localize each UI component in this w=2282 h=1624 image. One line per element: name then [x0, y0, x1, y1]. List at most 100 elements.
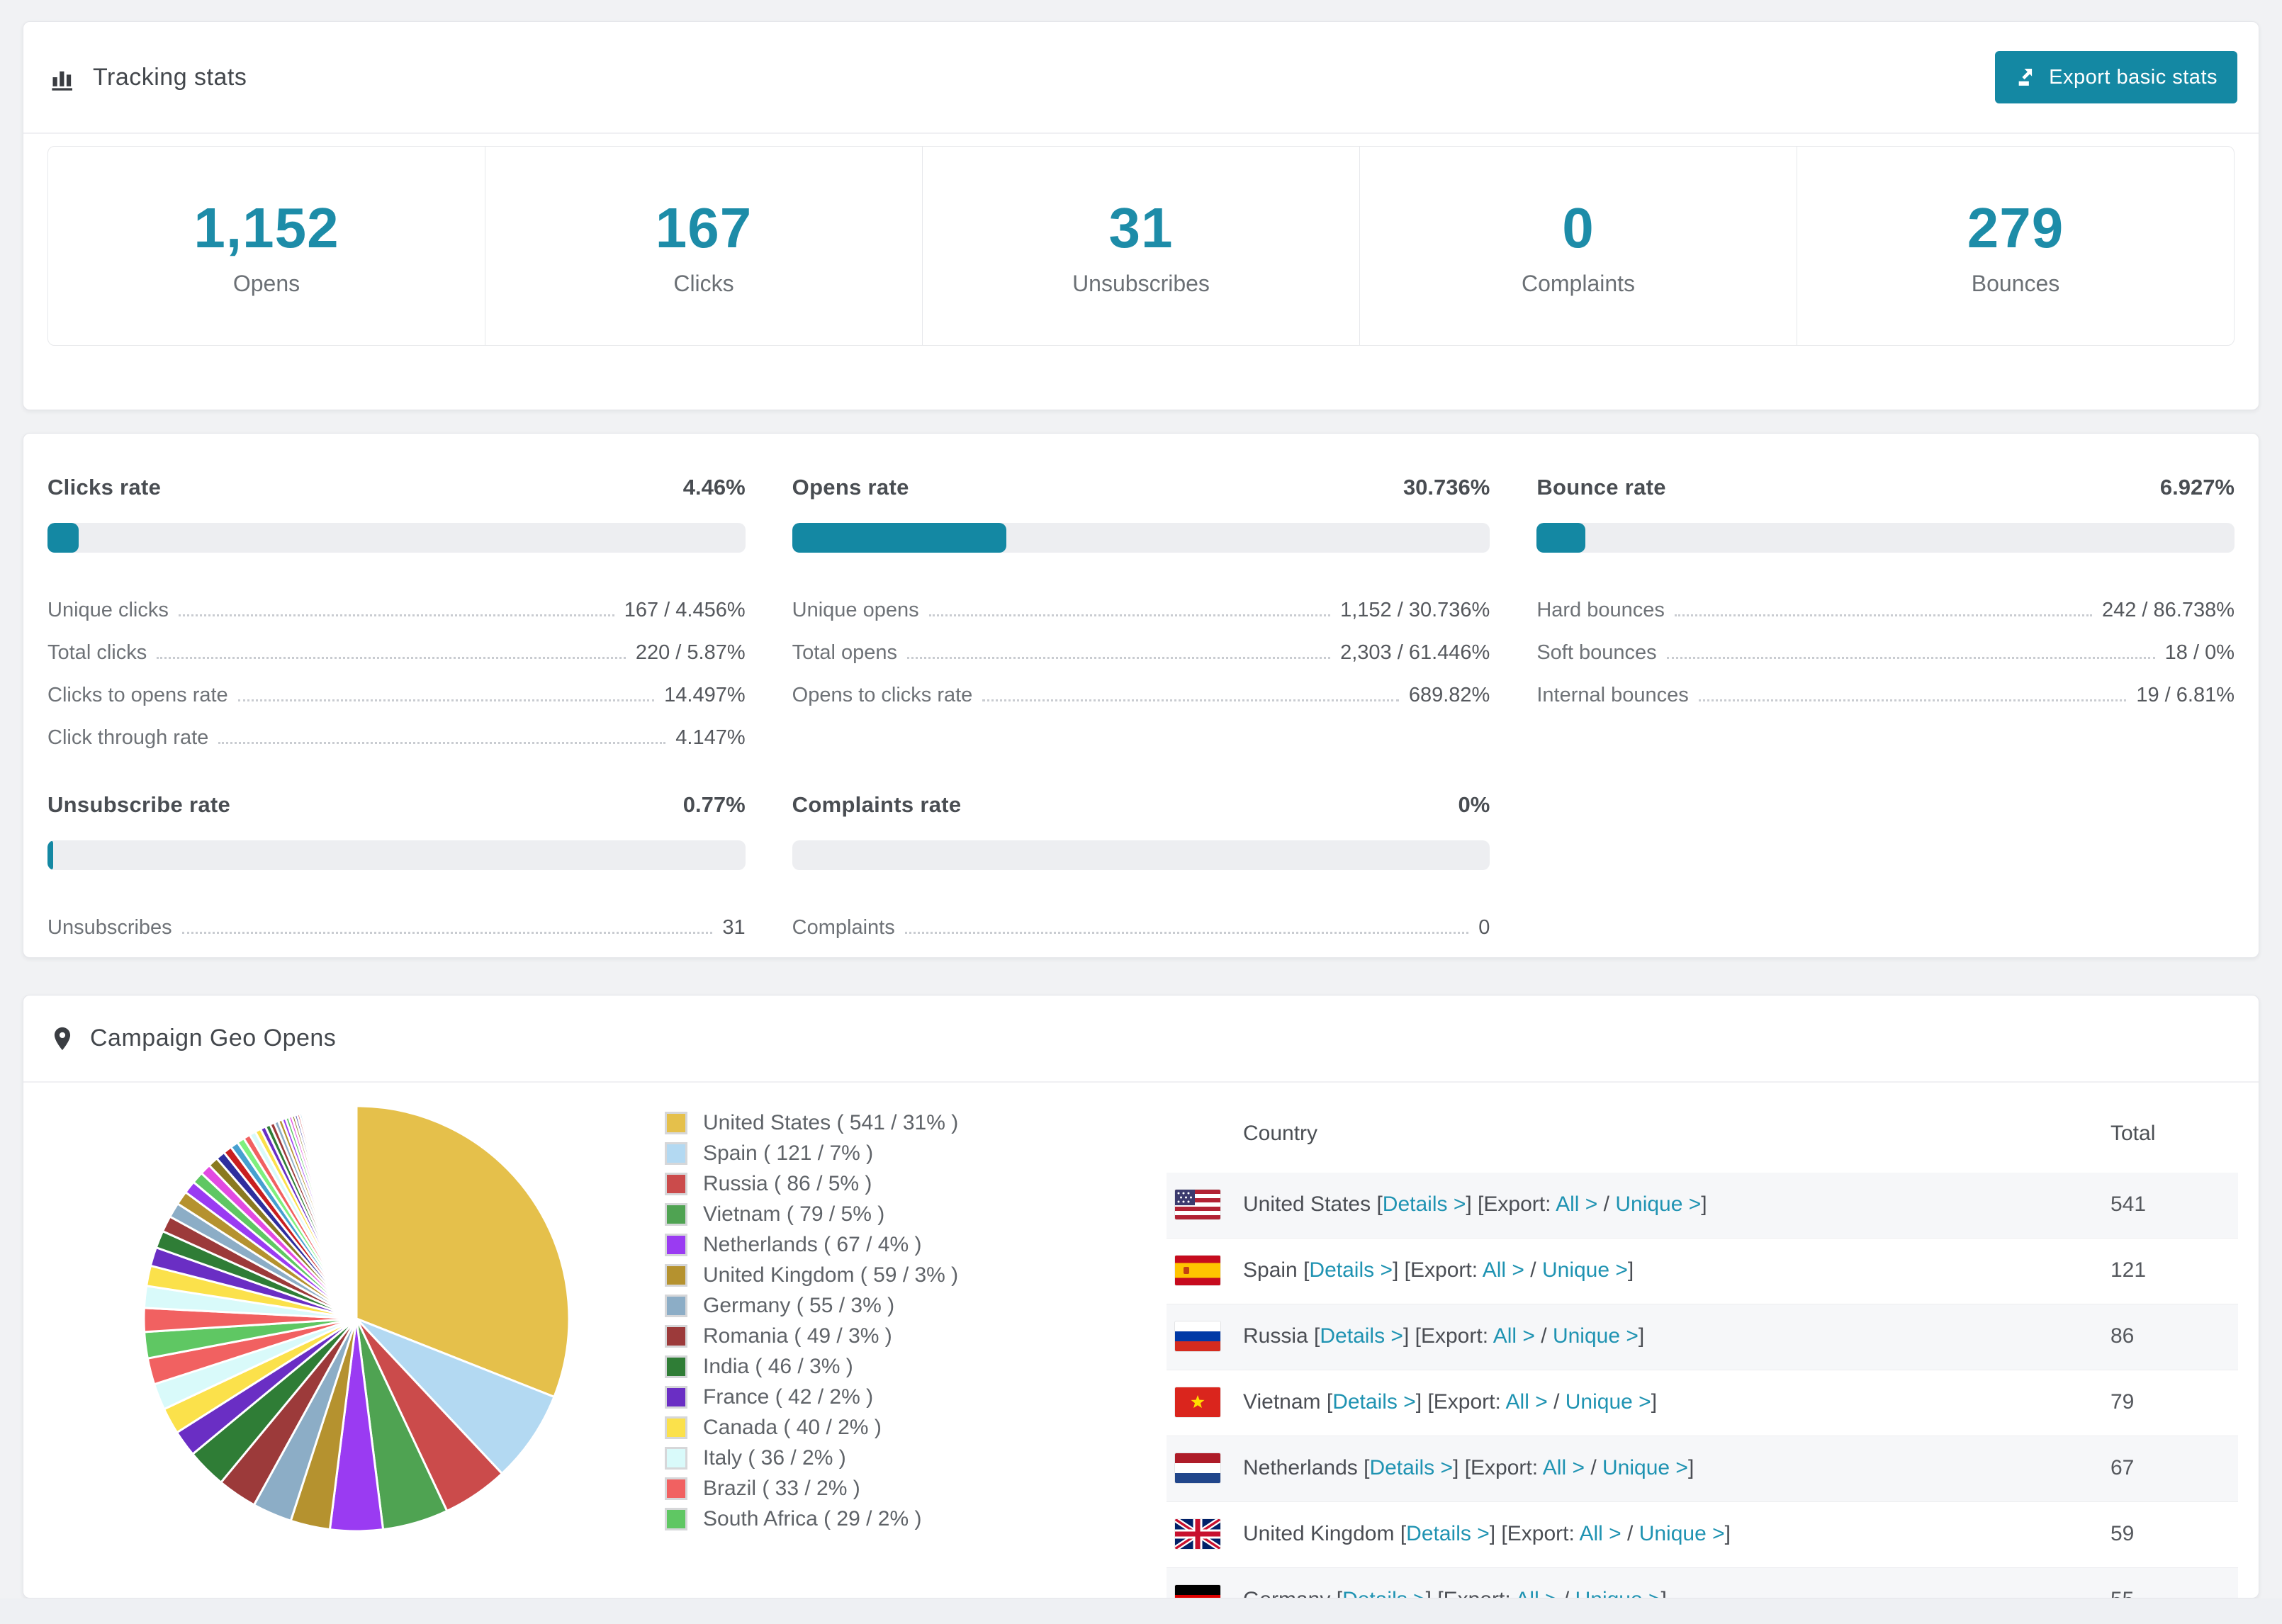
geo-row-country: Spain [Details >] [Export: All > / Uniqu… — [1243, 1258, 1634, 1282]
details-link[interactable]: Details > — [1383, 1192, 1466, 1216]
export-unique-link[interactable]: Unique > — [1639, 1522, 1725, 1545]
rate-value: 30.736% — [1403, 475, 1490, 500]
dotted-leader — [906, 657, 1331, 659]
export-all-link[interactable]: All > — [1483, 1258, 1524, 1282]
export-all-link[interactable]: All > — [1515, 1588, 1557, 1598]
details-link[interactable]: Details > — [1309, 1258, 1393, 1282]
export-unique-link[interactable]: Unique > — [1542, 1258, 1628, 1282]
rate-panel-header: Unsubscribe rate 0.77% — [47, 792, 746, 818]
dotted-leader — [178, 614, 614, 616]
legend-label: Canada ( 40 / 2% ) — [703, 1415, 882, 1439]
country-name: Vietnam — [1243, 1390, 1321, 1414]
summary-stats-row: 1,152 Opens 167 Clicks 31 Unsubscribes 0… — [47, 146, 2235, 346]
details-link[interactable]: Details > — [1332, 1390, 1416, 1414]
dotted-leader — [1698, 699, 2127, 701]
rate-detail-value: 689.82% — [1408, 684, 1490, 706]
campaign-geo-opens-card: Campaign Geo Opens United States ( 541 /… — [23, 995, 2259, 1598]
export-unique-link[interactable]: Unique > — [1566, 1390, 1651, 1414]
rate-value: 6.927% — [2159, 475, 2235, 500]
legend-label: Netherlands ( 67 / 4% ) — [703, 1232, 922, 1256]
rate-value: 4.46% — [682, 475, 746, 500]
export-all-link[interactable]: All > — [1506, 1390, 1548, 1414]
rate-detail-label: Click through rate — [47, 726, 209, 749]
geo-table-row: United States [Details >] [Export: All >… — [1167, 1173, 2238, 1238]
details-link[interactable]: Details > — [1406, 1522, 1490, 1545]
export-unique-link[interactable]: Unique > — [1615, 1192, 1701, 1216]
summary-stat: 31 Unsubscribes — [923, 147, 1360, 345]
export-all-link[interactable]: All > — [1493, 1324, 1535, 1348]
export-prefix: Export: — [1471, 1456, 1539, 1479]
rate-panel: Complaints rate 0% Complaints 0 — [792, 792, 1490, 941]
legend-color-swatch — [665, 1385, 687, 1409]
rate-panel-header: Clicks rate 4.46% — [47, 475, 746, 500]
geo-row-total: 59 — [2110, 1522, 2135, 1545]
rate-title: Opens rate — [792, 475, 909, 500]
rate-detail-label: Hard bounces — [1536, 599, 1665, 621]
geo-row-total: 79 — [2110, 1390, 2135, 1414]
rate-progress-track — [1536, 523, 2235, 553]
country-flag-icon — [1175, 1585, 1220, 1598]
rates-card: Clicks rate 4.46% Unique clicks 167 / 4.… — [23, 433, 2259, 958]
rate-detail-row: Hard bounces 242 / 86.738% — [1536, 581, 2235, 624]
dotted-leader — [1666, 657, 2155, 659]
export-all-link[interactable]: All > — [1579, 1522, 1621, 1545]
column-header-country: Country — [1243, 1122, 1318, 1145]
details-link[interactable]: Details > — [1320, 1324, 1403, 1348]
rate-detail-rows: Unique clicks 167 / 4.456% Total clicks … — [47, 581, 746, 751]
rate-detail-label: Unique clicks — [47, 599, 169, 621]
page-bottom-strip — [0, 1598, 2282, 1624]
summary-value: 1,152 — [193, 196, 339, 259]
legend-color-swatch — [665, 1294, 687, 1317]
summary-value: 167 — [655, 196, 753, 259]
export-unique-link[interactable]: Unique > — [1553, 1324, 1639, 1348]
rate-detail-value: 4.147% — [675, 726, 746, 749]
geo-pie-svg — [142, 1105, 570, 1533]
legend-color-swatch — [665, 1324, 687, 1348]
summary-stat: 167 Clicks — [485, 147, 923, 345]
geo-row-country: United Kingdom [Details >] [Export: All … — [1243, 1522, 1731, 1545]
details-link[interactable]: Details > — [1342, 1588, 1426, 1598]
export-unique-link[interactable]: Unique > — [1602, 1456, 1688, 1479]
country-name: Spain — [1243, 1258, 1298, 1282]
rate-detail-value: 19 / 6.81% — [2136, 684, 2235, 706]
rate-detail-rows: Hard bounces 242 / 86.738% Soft bounces … — [1536, 581, 2235, 709]
legend-label: Spain ( 121 / 7% ) — [703, 1141, 874, 1165]
legend-color-swatch — [665, 1416, 687, 1439]
country-flag-icon — [1175, 1256, 1220, 1285]
rate-detail-rows: Unsubscribes 31 — [47, 898, 746, 941]
export-button-label: Export basic stats — [2049, 65, 2218, 89]
legend-color-swatch — [665, 1202, 687, 1226]
geo-table-row: Russia [Details >] [Export: All > / Uniq… — [1167, 1304, 2238, 1370]
legend-item: France ( 42 / 2% ) — [665, 1382, 958, 1412]
dotted-leader — [218, 742, 666, 744]
geo-table-row: United Kingdom [Details >] [Export: All … — [1167, 1501, 2238, 1567]
legend-label: Vietnam ( 79 / 5% ) — [703, 1202, 885, 1226]
geo-title: Campaign Geo Opens — [90, 1025, 337, 1051]
geo-row-total: 541 — [2110, 1192, 2147, 1216]
legend-label: Romania ( 49 / 3% ) — [703, 1324, 892, 1348]
rate-detail-value: 2,303 / 61.446% — [1340, 641, 1490, 664]
export-prefix: Export: — [1483, 1192, 1551, 1216]
details-link[interactable]: Details > — [1369, 1456, 1453, 1479]
rate-title: Unsubscribe rate — [47, 792, 231, 817]
legend-label: United States ( 541 / 31% ) — [703, 1110, 959, 1134]
geo-row-country: Vietnam [Details >] [Export: All > / Uni… — [1243, 1390, 1658, 1414]
country-flag-icon — [1175, 1453, 1220, 1483]
export-all-link[interactable]: All > — [1556, 1192, 1597, 1216]
export-all-link[interactable]: All > — [1543, 1456, 1585, 1479]
export-prefix: Export: — [1420, 1324, 1489, 1348]
legend-label: India ( 46 / 3% ) — [703, 1354, 853, 1378]
rate-detail-value: 242 / 86.738% — [2101, 599, 2235, 621]
export-basic-stats-button[interactable]: Export basic stats — [1995, 51, 2237, 103]
summary-label: Clicks — [673, 270, 734, 296]
rate-progress-track — [792, 523, 1490, 553]
geo-pie-chart — [130, 1092, 583, 1545]
rate-detail-rows: Complaints 0 — [792, 898, 1490, 941]
legend-color-swatch — [665, 1263, 687, 1287]
rate-value: 0% — [1458, 792, 1490, 817]
export-unique-link[interactable]: Unique > — [1575, 1588, 1661, 1598]
rate-detail-label: Opens to clicks rate — [792, 684, 973, 706]
rate-detail-label: Internal bounces — [1536, 684, 1689, 706]
legend-color-swatch — [665, 1233, 687, 1256]
rate-detail-label: Clicks to opens rate — [47, 684, 228, 706]
